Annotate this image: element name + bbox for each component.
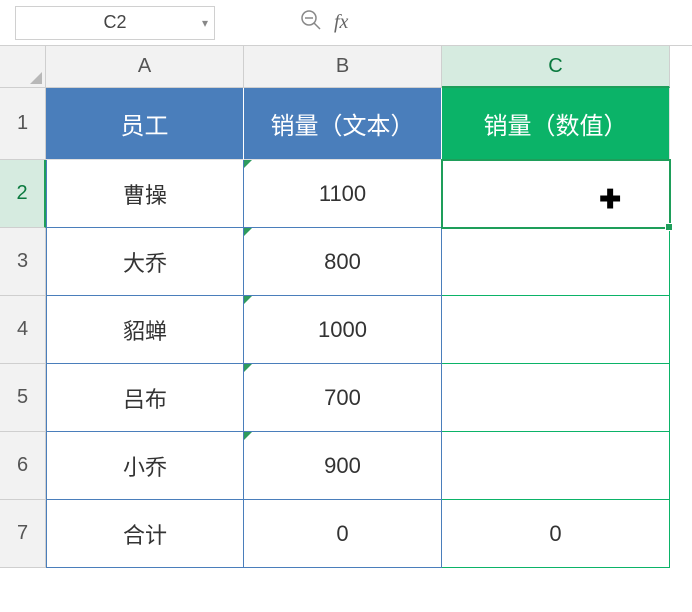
column-header-a[interactable]: A	[46, 46, 244, 88]
cell-C3[interactable]	[442, 228, 670, 296]
cell-B6[interactable]: 900	[244, 432, 442, 500]
zoom-out-icon[interactable]	[300, 9, 322, 36]
cell-C7[interactable]: 0	[442, 500, 670, 568]
fill-handle[interactable]	[665, 223, 673, 231]
cell-C6[interactable]	[442, 432, 670, 500]
row-header-6[interactable]: 6	[0, 432, 46, 500]
cells-area: 员工销量（文本）销量（数值） 曹操1100 ✚ 大乔800貂蝉1000吕布700小乔9…	[46, 88, 670, 568]
formula-bar: C2 ▾ fx	[0, 0, 692, 46]
cell-A7[interactable]: 合计	[46, 500, 244, 568]
cell-C2[interactable]: ✚	[442, 160, 670, 228]
fx-icon[interactable]: fx	[334, 11, 348, 34]
column-headers: ABC	[46, 46, 670, 88]
cell-B3[interactable]: 800	[244, 228, 442, 296]
cell-A4[interactable]: 貂蝉	[46, 296, 244, 364]
row-header-1[interactable]: 1	[0, 88, 46, 160]
cell-C1[interactable]: 销量（数值）	[442, 88, 670, 160]
row-header-5[interactable]: 5	[0, 364, 46, 432]
cell-A5[interactable]: 吕布	[46, 364, 244, 432]
formula-input[interactable]	[358, 6, 682, 40]
cell-A3[interactable]: 大乔	[46, 228, 244, 296]
select-all-corner[interactable]	[0, 46, 46, 88]
cell-B1[interactable]: 销量（文本）	[244, 88, 442, 160]
column-header-c[interactable]: C	[442, 46, 670, 88]
column-header-b[interactable]: B	[244, 46, 442, 88]
cell-C5[interactable]	[442, 364, 670, 432]
name-box-value: C2	[103, 12, 126, 33]
cell-A6[interactable]: 小乔	[46, 432, 244, 500]
row-header-2[interactable]: 2	[0, 160, 46, 228]
cell-cursor-icon: ✚	[599, 184, 621, 215]
chevron-down-icon[interactable]: ▾	[202, 16, 208, 30]
row-header-4[interactable]: 4	[0, 296, 46, 364]
cell-B2[interactable]: 1100	[244, 160, 442, 228]
cell-B7[interactable]: 0	[244, 500, 442, 568]
cell-A2[interactable]: 曹操	[46, 160, 244, 228]
row-headers: 1234567	[0, 88, 46, 568]
cell-B4[interactable]: 1000	[244, 296, 442, 364]
row-header-7[interactable]: 7	[0, 500, 46, 568]
cell-B5[interactable]: 700	[244, 364, 442, 432]
cell-A1[interactable]: 员工	[46, 88, 244, 160]
row-header-3[interactable]: 3	[0, 228, 46, 296]
name-box[interactable]: C2 ▾	[15, 6, 215, 40]
cell-C4[interactable]	[442, 296, 670, 364]
